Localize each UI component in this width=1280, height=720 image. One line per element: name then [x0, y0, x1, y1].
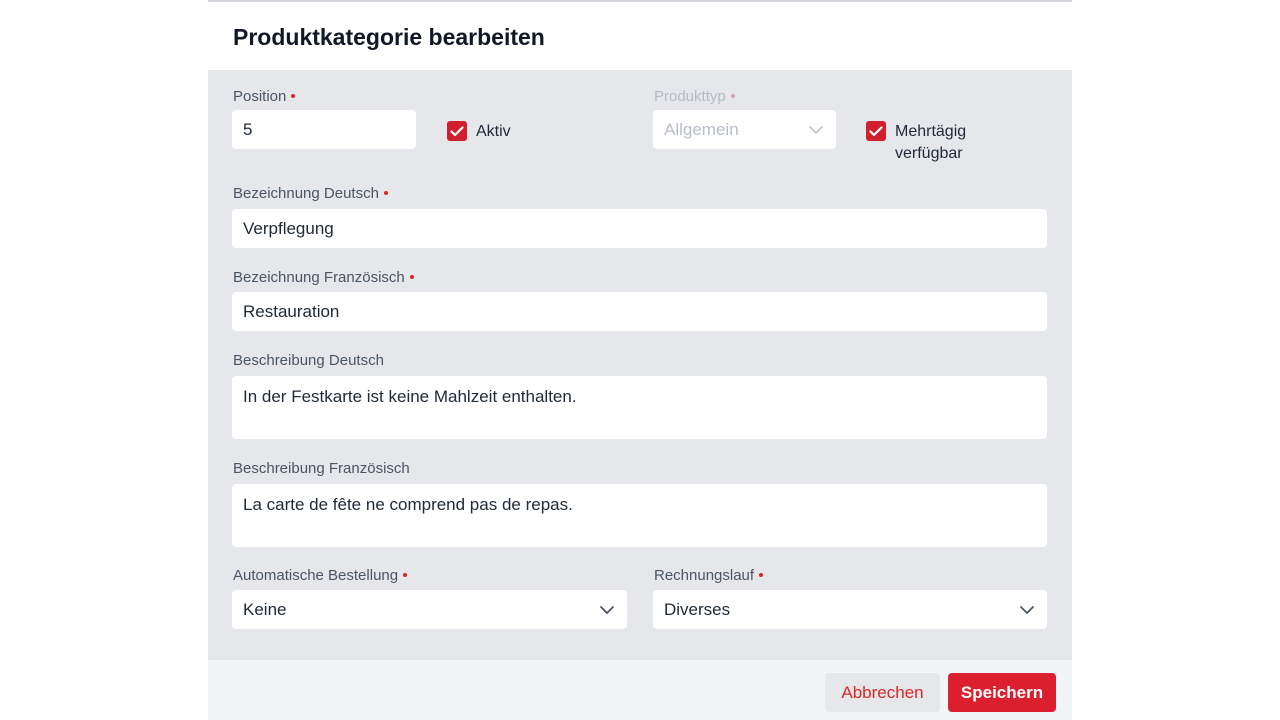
bezeichnung-fr-input[interactable]: Restauration: [232, 292, 1047, 331]
required-indicator: [383, 191, 388, 196]
chevron-down-icon: [808, 125, 824, 135]
checkmark-icon: [869, 125, 883, 136]
position-input[interactable]: 5: [232, 110, 416, 149]
auto-bestellung-label-text: Automatische Bestellung: [233, 567, 399, 584]
produkttyp-label: Produkttyp: [654, 88, 735, 105]
aktiv-checkbox[interactable]: [447, 121, 467, 141]
auto-bestellung-label: Automatische Bestellung: [233, 567, 408, 584]
required-indicator: [730, 94, 735, 99]
rechnungslauf-select[interactable]: Diverses: [653, 590, 1047, 629]
rechnungslauf-label: Rechnungslauf: [654, 567, 764, 584]
bezeichnung-de-value: Verpflegung: [243, 218, 334, 238]
chevron-down-icon: [599, 605, 615, 615]
required-indicator: [291, 94, 296, 99]
aktiv-label: Aktiv: [476, 123, 511, 140]
produkttyp-value: Allgemein: [664, 119, 739, 139]
dialog-footer: Abbrechen Speichern: [208, 660, 1072, 720]
save-button[interactable]: Speichern: [948, 673, 1056, 712]
dialog-body: Position 5 Aktiv Produkttyp Allgemein Me…: [208, 70, 1072, 660]
mehrtaegig-checkbox[interactable]: [866, 121, 886, 141]
beschreibung-fr-textarea[interactable]: La carte de fête ne comprend pas de repa…: [232, 484, 1047, 547]
mehrtaegig-label: Mehrtägig verfügbar: [895, 121, 966, 165]
position-label-text: Position: [233, 88, 287, 105]
position-value: 5: [243, 119, 253, 139]
rechnungslauf-value: Diverses: [664, 599, 731, 619]
chevron-down-icon: [1019, 605, 1035, 615]
edit-category-dialog: Produktkategorie bearbeiten Position 5 A…: [208, 0, 1072, 720]
required-indicator: [403, 573, 408, 578]
rechnungslauf-label-text: Rechnungslauf: [654, 567, 755, 584]
beschreibung-fr-label: Beschreibung Französisch: [233, 460, 410, 477]
bezeichnung-fr-label: Bezeichnung Französisch: [233, 269, 414, 286]
beschreibung-fr-value: La carte de fête ne comprend pas de repa…: [243, 495, 573, 514]
bezeichnung-fr-value: Restauration: [243, 301, 340, 321]
beschreibung-de-value: In der Festkarte ist keine Mahlzeit enth…: [243, 387, 577, 406]
produkttyp-label-text: Produkttyp: [654, 88, 726, 105]
bezeichnung-de-input[interactable]: Verpflegung: [232, 209, 1047, 248]
bezeichnung-fr-label-text: Bezeichnung Französisch: [233, 269, 405, 286]
cancel-button[interactable]: Abbrechen: [825, 673, 940, 712]
checkmark-icon: [450, 125, 464, 136]
position-label: Position: [233, 88, 296, 105]
mehrtaegig-checkbox-group[interactable]: Mehrtägig verfügbar: [866, 121, 966, 165]
dialog-title: Produktkategorie bearbeiten: [233, 24, 545, 50]
required-indicator: [759, 573, 764, 578]
auto-bestellung-select[interactable]: Keine: [232, 590, 627, 629]
beschreibung-de-label: Beschreibung Deutsch: [233, 352, 384, 369]
bezeichnung-de-label-text: Bezeichnung Deutsch: [233, 185, 379, 202]
dialog-header: Produktkategorie bearbeiten: [208, 2, 1072, 70]
beschreibung-de-textarea[interactable]: In der Festkarte ist keine Mahlzeit enth…: [232, 376, 1047, 439]
produkttyp-select[interactable]: Allgemein: [653, 110, 836, 149]
auto-bestellung-value: Keine: [243, 599, 287, 619]
required-indicator: [409, 275, 414, 280]
mehrtaegig-label-line1: Mehrtägig: [895, 123, 967, 140]
mehrtaegig-label-line2: verfügbar: [895, 145, 963, 162]
aktiv-checkbox-group[interactable]: Aktiv: [447, 121, 511, 143]
bezeichnung-de-label: Bezeichnung Deutsch: [233, 185, 388, 202]
